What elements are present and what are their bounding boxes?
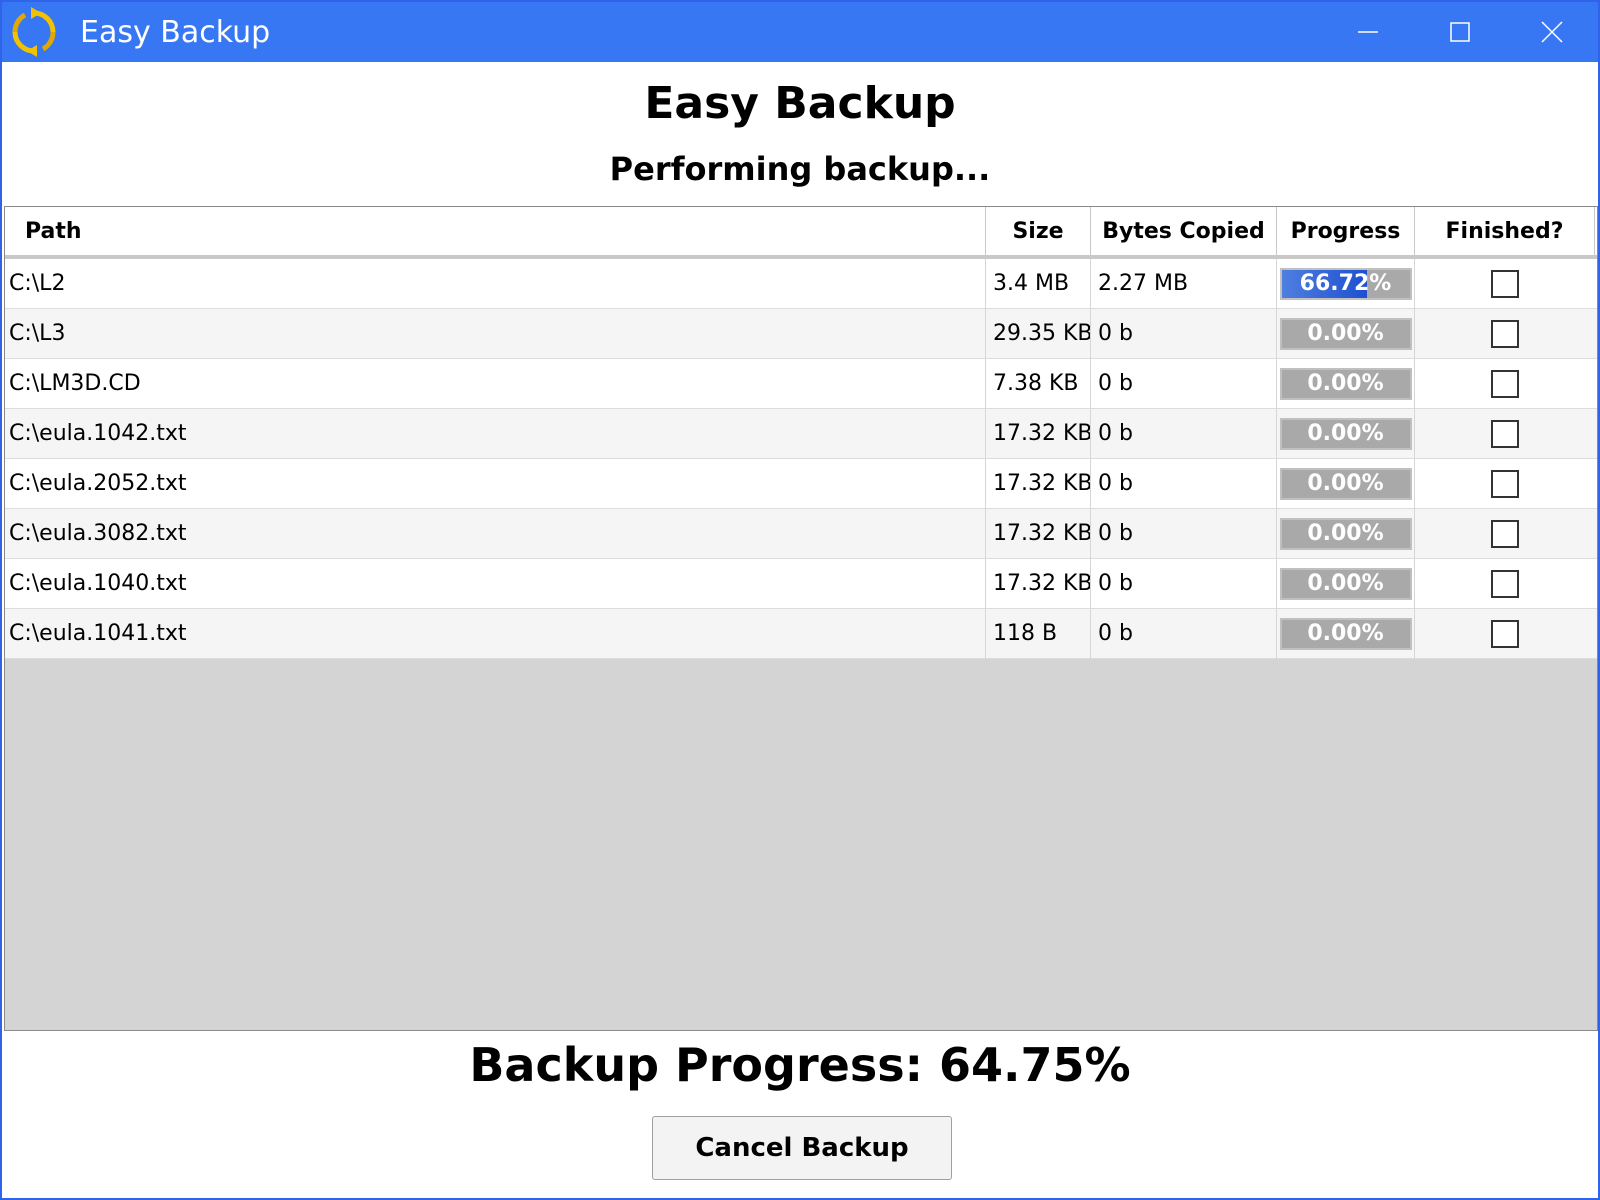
- page-title: Easy Backup: [644, 78, 956, 129]
- progress-text: 0.00%: [1307, 371, 1384, 396]
- minimize-button[interactable]: [1322, 2, 1414, 62]
- progress-text: 0.00%: [1307, 471, 1384, 496]
- cancel-backup-button[interactable]: Cancel Backup: [652, 1116, 952, 1180]
- cell-progress: 0.00%: [1277, 309, 1415, 358]
- cell-bytes-copied: 0 b: [1091, 309, 1277, 358]
- cell-progress: 0.00%: [1277, 359, 1415, 408]
- total-progress-label: Backup Progress: 64.75%: [469, 1038, 1131, 1092]
- cell-progress: 0.00%: [1277, 459, 1415, 508]
- progress-text: 0.00%: [1307, 571, 1384, 596]
- finished-checkbox[interactable]: [1491, 419, 1519, 448]
- table-row[interactable]: C:\eula.3082.txt 17.32 KB 0 b 0.00%: [5, 509, 1597, 559]
- cell-bytes-copied: 2.27 MB: [1091, 259, 1277, 308]
- column-header-finished[interactable]: Finished?: [1415, 207, 1595, 255]
- progress-text: 0.00%: [1307, 521, 1384, 546]
- finished-checkbox[interactable]: [1491, 469, 1519, 498]
- table-row[interactable]: C:\L3 29.35 KB 0 b 0.00%: [5, 309, 1597, 359]
- minimize-icon: [1358, 31, 1378, 33]
- cell-size: 3.4 MB: [986, 259, 1091, 308]
- cell-size: 17.32 KB: [986, 559, 1091, 608]
- progress-text: 0.00%: [1307, 621, 1384, 646]
- finished-checkbox[interactable]: [1491, 519, 1519, 548]
- progress-text: 0.00%: [1307, 421, 1384, 446]
- cell-finished: [1415, 309, 1595, 358]
- cell-progress: 0.00%: [1277, 409, 1415, 458]
- cell-size: 17.32 KB: [986, 409, 1091, 458]
- table-body: C:\L2 3.4 MB 2.27 MB 66.72% C:\L3 29.35 KB 0 b…: [5, 259, 1597, 659]
- progress-bar: 0.00%: [1279, 417, 1412, 450]
- cell-path: C:\LM3D.CD: [5, 359, 986, 408]
- cell-path: C:\eula.1041.txt: [5, 609, 986, 658]
- progress-text: 66.72%: [1299, 271, 1392, 296]
- cell-path: C:\eula.1040.txt: [5, 559, 986, 608]
- finished-checkbox[interactable]: [1491, 319, 1519, 348]
- cell-path: C:\eula.3082.txt: [5, 509, 986, 558]
- cell-finished: [1415, 359, 1595, 408]
- title-bar[interactable]: Easy Backup: [2, 2, 1598, 62]
- table-row[interactable]: C:\eula.2052.txt 17.32 KB 0 b 0.00%: [5, 459, 1597, 509]
- table-row[interactable]: C:\eula.1041.txt 118 B0 b 0.00%: [5, 609, 1597, 659]
- table-row[interactable]: C:\LM3D.CD 7.38 KB 0 b 0.00%: [5, 359, 1597, 409]
- cell-finished: [1415, 409, 1595, 458]
- cell-path: C:\L3: [5, 309, 986, 358]
- finished-checkbox[interactable]: [1491, 619, 1519, 648]
- progress-bar: 0.00%: [1279, 617, 1412, 650]
- progress-bar: 0.00%: [1279, 517, 1412, 550]
- app-window: Easy Backup Easy Backup Performing backu…: [0, 0, 1600, 1200]
- cell-size: 29.35 KB: [986, 309, 1091, 358]
- finished-checkbox[interactable]: [1491, 369, 1519, 398]
- table-header: Path Size Bytes Copied Progress Finished…: [5, 207, 1597, 259]
- cell-size: 17.32 KB: [986, 509, 1091, 558]
- cell-finished: [1415, 259, 1595, 308]
- progress-bar: 66.72%: [1279, 267, 1412, 300]
- cell-bytes-copied: 0 b: [1091, 609, 1277, 658]
- progress-bar: 0.00%: [1279, 567, 1412, 600]
- maximize-button[interactable]: [1414, 2, 1506, 62]
- column-header-progress[interactable]: Progress: [1277, 207, 1415, 255]
- progress-text: 0.00%: [1307, 321, 1384, 346]
- progress-bar: 0.00%: [1279, 367, 1412, 400]
- status-text: Performing backup...: [609, 150, 991, 188]
- cell-path: C:\L2: [5, 259, 986, 308]
- window-title: Easy Backup: [80, 14, 271, 50]
- cell-size: 118 B: [986, 609, 1091, 658]
- cell-finished: [1415, 559, 1595, 608]
- cell-path: C:\eula.2052.txt: [5, 459, 986, 508]
- cell-bytes-copied: 0 b: [1091, 459, 1277, 508]
- table-row[interactable]: C:\eula.1040.txt 17.32 KB 0 b 0.00%: [5, 559, 1597, 609]
- cell-bytes-copied: 0 b: [1091, 509, 1277, 558]
- window-controls: [1322, 2, 1598, 62]
- progress-bar: 0.00%: [1279, 467, 1412, 500]
- finished-checkbox[interactable]: [1491, 269, 1519, 298]
- table-row[interactable]: C:\eula.1042.txt 17.32 KB 0 b 0.00%: [5, 409, 1597, 459]
- table-row[interactable]: C:\L2 3.4 MB 2.27 MB 66.72%: [5, 259, 1597, 309]
- cell-progress: 0.00%: [1277, 559, 1415, 608]
- sync-arrows-icon: [6, 4, 62, 60]
- cell-bytes-copied: 0 b: [1091, 409, 1277, 458]
- backup-table[interactable]: Path Size Bytes Copied Progress Finished…: [4, 206, 1598, 1031]
- cell-finished: [1415, 459, 1595, 508]
- progress-bar: 0.00%: [1279, 317, 1412, 350]
- cell-finished: [1415, 509, 1595, 558]
- cell-progress: 66.72%: [1277, 259, 1415, 308]
- column-header-bytes-copied[interactable]: Bytes Copied: [1091, 207, 1277, 255]
- cell-finished: [1415, 609, 1595, 658]
- cell-size: 17.32 KB: [986, 459, 1091, 508]
- maximize-icon: [1450, 22, 1470, 42]
- finished-checkbox[interactable]: [1491, 569, 1519, 598]
- close-icon: [1541, 21, 1563, 43]
- cell-bytes-copied: 0 b: [1091, 359, 1277, 408]
- column-header-size[interactable]: Size: [986, 207, 1091, 255]
- cell-progress: 0.00%: [1277, 509, 1415, 558]
- column-header-path[interactable]: Path: [5, 207, 986, 255]
- cell-progress: 0.00%: [1277, 609, 1415, 658]
- cell-bytes-copied: 0 b: [1091, 559, 1277, 608]
- close-button[interactable]: [1506, 2, 1598, 62]
- cell-path: C:\eula.1042.txt: [5, 409, 986, 458]
- cell-size: 7.38 KB: [986, 359, 1091, 408]
